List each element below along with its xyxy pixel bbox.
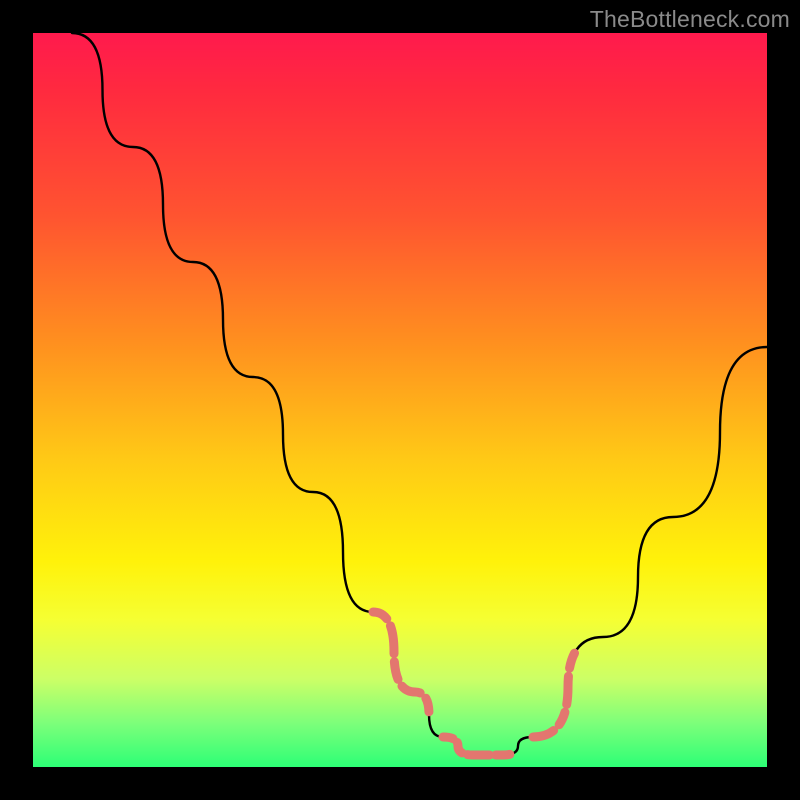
chart-frame: TheBottleneck.com — [0, 0, 800, 800]
bottleneck-curve — [72, 33, 767, 755]
plot-area — [33, 33, 767, 767]
watermark-text: TheBottleneck.com — [590, 6, 790, 33]
curve-layer — [33, 33, 767, 767]
highlight-right — [533, 637, 603, 737]
highlight-left — [373, 612, 473, 755]
